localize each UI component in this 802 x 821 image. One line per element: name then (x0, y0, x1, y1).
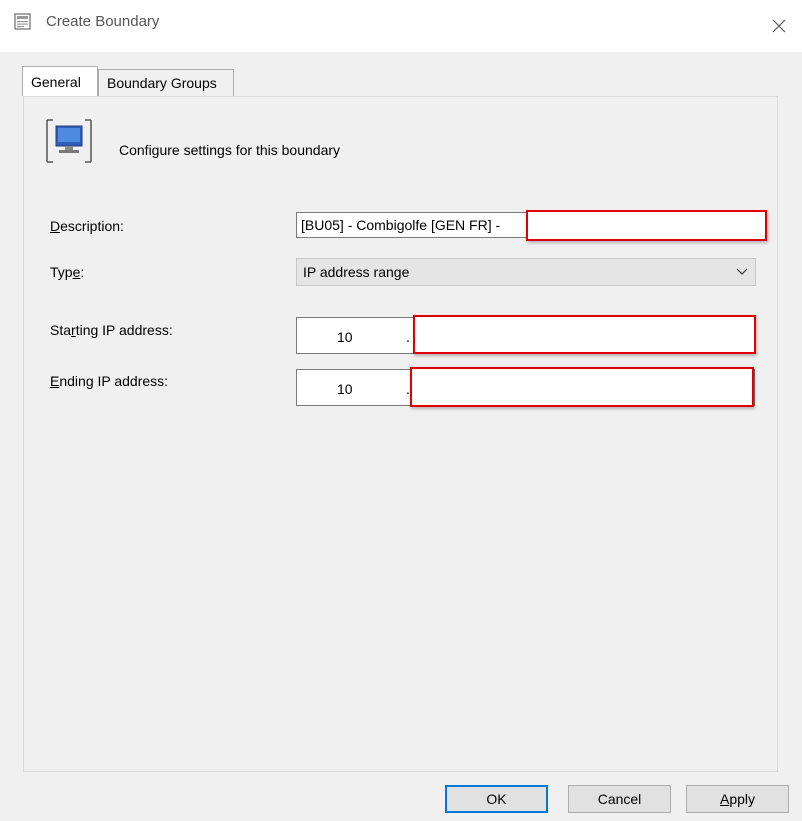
computer-boundary-icon (46, 119, 92, 163)
ending-ip-octet-1[interactable]: 10 (337, 381, 353, 397)
starting-ip-label: Starting IP address: (50, 322, 173, 338)
type-dropdown-value: IP address range (303, 264, 410, 280)
starting-ip-octet-1[interactable]: 10 (337, 329, 353, 345)
window-title: Create Boundary (46, 13, 160, 30)
redaction-box (413, 315, 756, 354)
close-icon (772, 19, 786, 33)
title-bar: Create Boundary (0, 0, 802, 52)
general-tab-panel (23, 96, 778, 772)
tab-boundary-groups-label: Boundary Groups (107, 75, 217, 91)
ending-ip-label: Ending IP address: (50, 373, 169, 389)
description-label: Description: (50, 218, 124, 234)
redaction-box (526, 210, 767, 241)
header-text: Configure settings for this boundary (119, 142, 341, 158)
type-label: Type: (50, 264, 85, 280)
type-dropdown[interactable]: IP address range (296, 258, 756, 286)
apply-button[interactable]: Apply (686, 785, 789, 813)
redaction-box (410, 367, 754, 407)
window-icon (14, 13, 31, 30)
ip-separator: . (406, 329, 410, 345)
close-button[interactable] (756, 0, 802, 52)
ok-button[interactable]: OK (445, 785, 548, 813)
cancel-button[interactable]: Cancel (568, 785, 671, 813)
tab-general[interactable]: General (22, 66, 98, 96)
chevron-down-icon (736, 268, 748, 275)
tab-boundary-groups[interactable]: Boundary Groups (98, 69, 234, 96)
tab-general-label: General (31, 73, 81, 90)
